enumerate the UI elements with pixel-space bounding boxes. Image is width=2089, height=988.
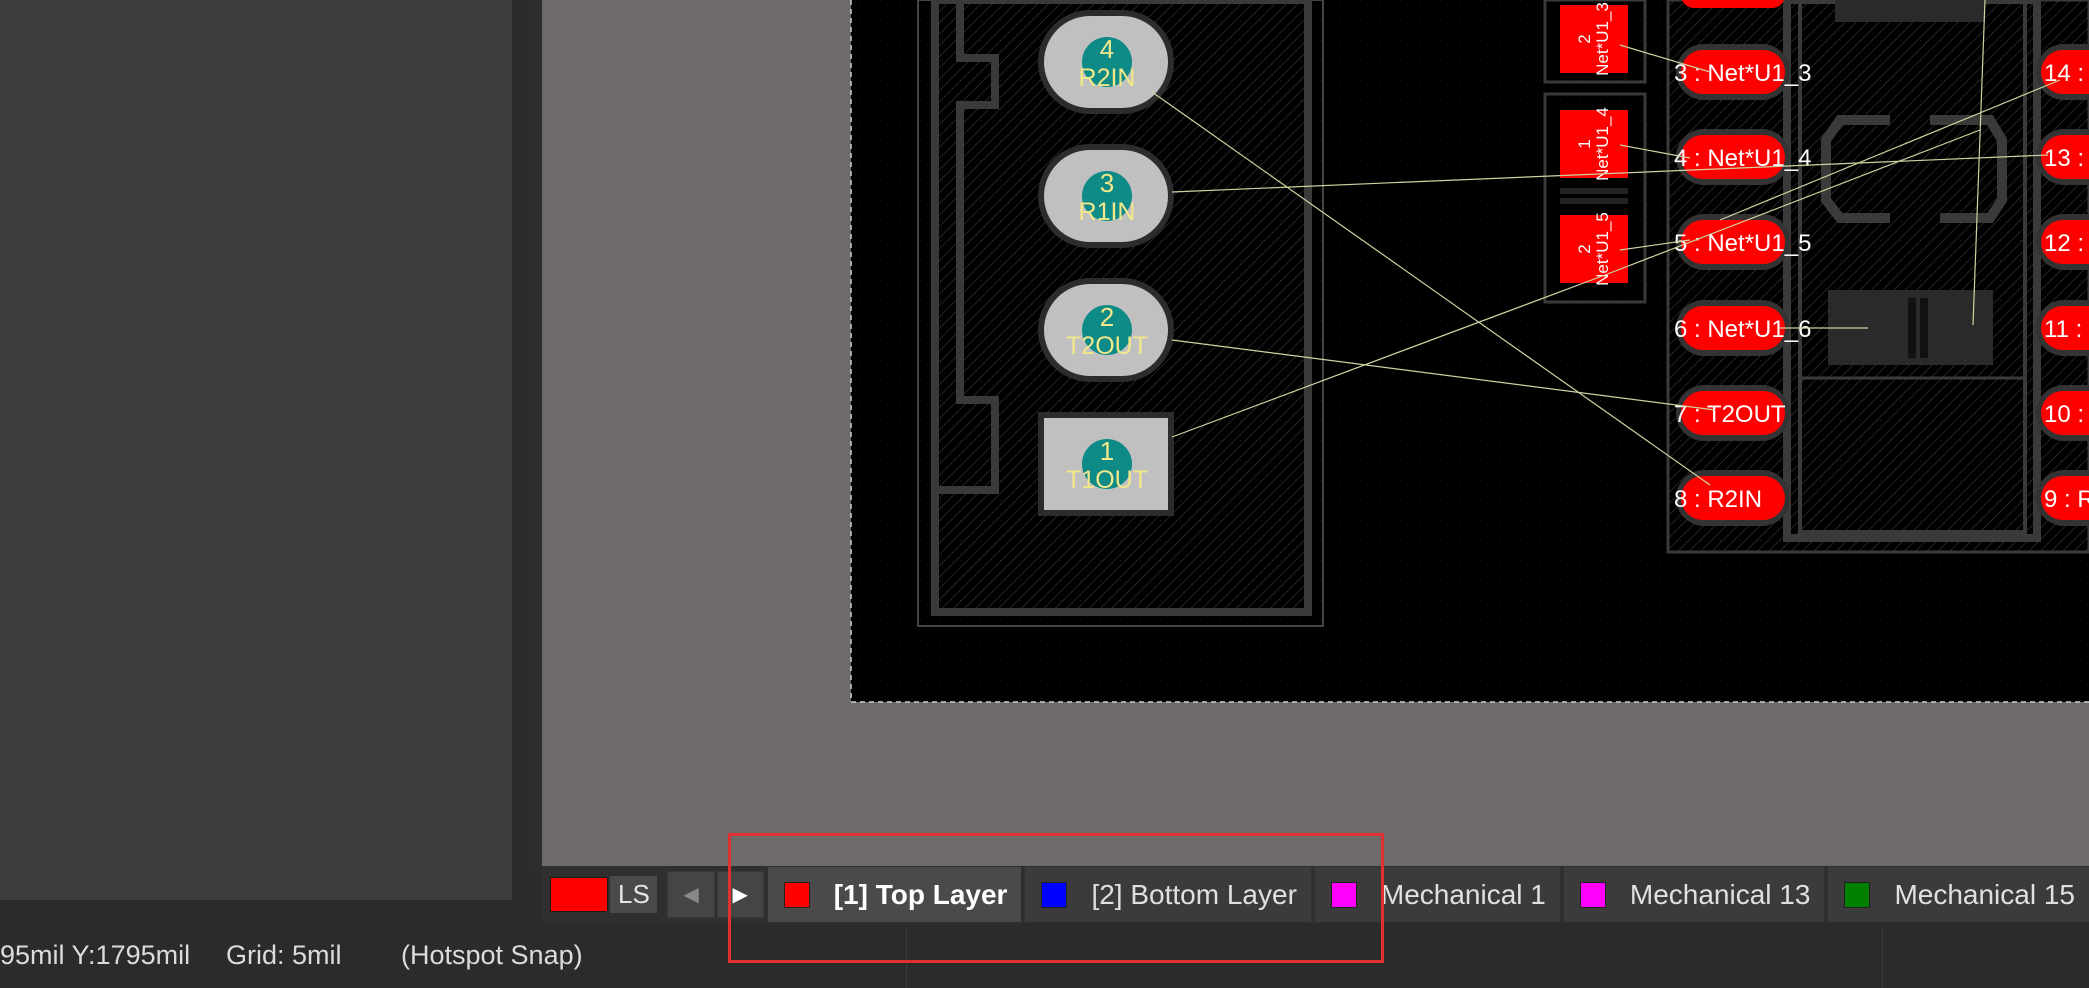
connector-pad-2[interactable]: 2T2OUT (1038, 278, 1174, 382)
ic-pad-label: 12 : R (2044, 230, 2089, 257)
pad-net-label: T2OUT (1066, 332, 1148, 360)
ic-pad-label: 10 : (2044, 401, 2084, 428)
pad-number-label: 4 (1100, 34, 1114, 64)
chevron-right-icon: ▶ (732, 884, 748, 906)
layer-color-swatch (783, 881, 810, 908)
layer-tab-label: Mechanical 13 (1629, 878, 1811, 910)
pcb-workspace[interactable]: 4 R2IN 3 R1IN 2 T2OUT 1 T1OUT 2Net*U1_3 1Net*U1_… (542, 0, 2089, 866)
pad-number-label: 2 (1100, 302, 1114, 332)
ic-pad-label: 14 : T (2044, 60, 2089, 87)
layer-prev-button[interactable]: ◀ (667, 871, 715, 918)
ic-pad-left[interactable]: 7 : T2OUT (1674, 385, 1790, 441)
layer-next-button[interactable]: ▶ (716, 871, 764, 918)
status-separator (906, 928, 907, 988)
layer-tab-label: [1] Top Layer (833, 878, 1008, 910)
status-separator (1882, 928, 1883, 988)
ic-pad-label: 13 : (2044, 145, 2084, 172)
left-panel (0, 0, 513, 900)
layer-tab[interactable]: [1] Top Layer (767, 867, 1022, 922)
layer-tab[interactable]: Mechanical 1 (1314, 867, 1560, 922)
status-bar: 95mil Y:1795mil Grid: 5mil (Hotspot Snap… (0, 923, 2089, 988)
resistor-pad[interactable]: 1Net*U1_4 (1560, 107, 1628, 181)
resistor-pad[interactable]: 2Net*U1_3 (1560, 2, 1628, 76)
layer-color-swatch (1844, 881, 1871, 908)
connector-pad-4[interactable]: 4R2IN (1038, 10, 1174, 114)
connector-pad-3[interactable]: 3R1IN (1038, 144, 1174, 248)
pad-net-label: T1OUT (1066, 466, 1148, 494)
pcb-canvas[interactable]: 4R2IN 3R1IN 2T2OUT 1T1OUT 2Net*U1_3 1Net*U1_… (542, 0, 2089, 866)
pad-number-label: 3 (1100, 168, 1114, 198)
ic-pad-label: 9 : R2I (2044, 486, 2089, 513)
ic-pad-label: 8 : R2IN (1674, 486, 1762, 513)
ic-pad-partial[interactable] (1681, 0, 1785, 8)
ic-pad-label: 11 : (2044, 316, 2082, 343)
ic-pad-left[interactable]: 8 : R2IN (1674, 470, 1790, 526)
layer-color-swatch (1330, 881, 1357, 908)
pad-number-label: 1 (1100, 436, 1114, 466)
ic-pad-label: 7 : T2OUT (1674, 401, 1786, 428)
layer-color-swatch (1041, 881, 1068, 908)
chevron-left-icon: ◀ (683, 884, 699, 906)
connector-pad-1[interactable]: 1T1OUT (1038, 412, 1174, 516)
ic-pad-label: 5 : Net*U1_5 (1674, 230, 1811, 257)
pad-net-label: R1IN (1079, 198, 1136, 226)
pad-net-label: R2IN (1079, 64, 1136, 92)
layer-tab-label: [2] Bottom Layer (1091, 878, 1297, 910)
layer-tab[interactable]: [2] Bottom Layer (1025, 867, 1311, 922)
snap-mode: (Hotspot Snap) (401, 940, 583, 970)
layer-tab-label: Mechanical 15 (1894, 878, 2075, 910)
layer-tab-bar: LS ◀ ▶ [1] Top Layer [2] Bottom Layer Mech… (542, 866, 2089, 923)
cursor-coordinates: 95mil Y:1795mil (0, 940, 191, 970)
layer-tab[interactable]: Mechanical 13 (1563, 867, 1825, 922)
layer-set-button[interactable]: LS (610, 876, 658, 913)
ic-pad-label: 3 : Net*U1_3 (1674, 60, 1811, 87)
layer-color-swatch (1579, 881, 1606, 908)
current-layer-color[interactable] (550, 877, 609, 912)
layer-tab-label: Mechanical 1 (1380, 878, 1546, 910)
resistor-pad[interactable]: 2Net*U1_5 (1560, 212, 1628, 286)
grid-size: Grid: 5mil (226, 940, 342, 970)
panel-divider[interactable] (528, 0, 542, 870)
ic-pad-label: 6 : Net*U1_6 (1674, 316, 1811, 343)
layer-tab[interactable]: Mechanical 15 (1828, 867, 2089, 922)
